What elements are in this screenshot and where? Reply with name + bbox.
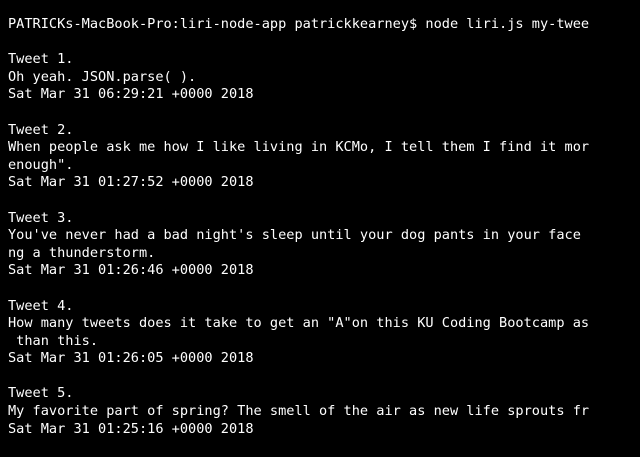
tweet-text: When people ask me how I like living in … <box>8 139 590 156</box>
tweet-header: Tweet 5. <box>8 385 74 402</box>
tweet-text-continuation: than this. <box>8 332 99 349</box>
tweet-header: Tweet 3. <box>8 209 74 226</box>
tweet-text: You've never had a bad night's sleep unt… <box>8 227 581 244</box>
tweet-header: Tweet 2. <box>8 121 74 138</box>
terminal-window[interactable]: PATRICKs-MacBook-Pro:liri-node-app patri… <box>0 0 640 457</box>
tweet-date: Sat Mar 31 01:27:52 +0000 2018 <box>8 174 254 191</box>
tweet-header: Tweet 4. <box>8 297 74 314</box>
tweet-text: My favorite part of spring? The smell of… <box>8 403 590 420</box>
command-prompt-line: PATRICKs-MacBook-Pro:liri-node-app patri… <box>8 16 590 32</box>
tweet-date: Sat Mar 31 01:25:16 +0000 2018 <box>8 420 254 437</box>
tweet-header: Tweet 1. <box>8 51 74 68</box>
tweet-date: Sat Mar 31 01:26:46 +0000 2018 <box>8 262 254 279</box>
tweet-text-continuation: enough". <box>8 156 74 173</box>
tweet-date: Sat Mar 31 06:29:21 +0000 2018 <box>8 86 254 103</box>
tweet-text: Oh yeah. JSON.parse( ). <box>8 68 197 85</box>
tweet-text: How many tweets does it take to get an "… <box>8 315 590 332</box>
tweet-text-continuation: ng a thunderstorm. <box>8 244 156 261</box>
tweet-date: Sat Mar 31 01:26:05 +0000 2018 <box>8 350 254 367</box>
